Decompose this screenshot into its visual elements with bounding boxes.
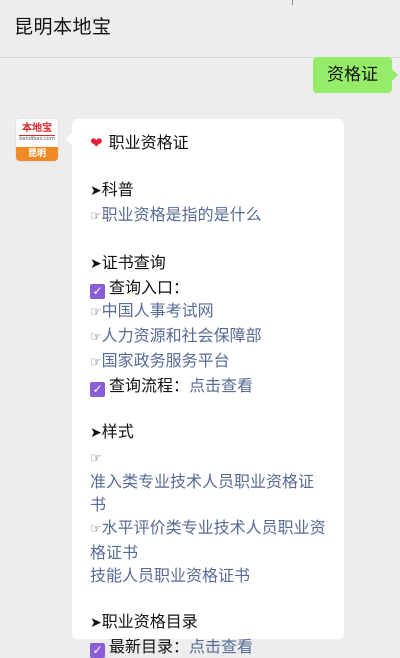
link-item[interactable]: ☞中国人事考试网 [90, 299, 328, 324]
avatar-logo-area: 本地宝 bendibao.com [16, 119, 58, 147]
chat-title: 昆明本地宝 [14, 16, 112, 38]
link-item[interactable]: ☞国家政务服务平台 [90, 349, 328, 374]
sent-message-text: 资格证 [327, 65, 378, 85]
link-gov-service[interactable]: 国家政务服务平台 [102, 351, 230, 370]
pointing-hand-icon: ☞ [90, 355, 102, 370]
latest-catalog-label: 最新目录： [109, 637, 190, 656]
section-title: ➤证书查询 [90, 251, 328, 276]
chat-header: 昆明本地宝 [0, 0, 400, 58]
checkbox-checked-icon: ✓ [90, 284, 105, 299]
checkbox-checked-icon: ✓ [90, 643, 105, 658]
link-item[interactable]: ☞水平评价类专业技术人员职业资格证书 [90, 516, 328, 564]
arrow-right-icon: ➤ [90, 183, 102, 199]
avatar-site-text: bendibao.com [19, 136, 55, 142]
arrow-right-icon: ➤ [90, 256, 102, 272]
avatar-brand-text: 本地宝 [19, 123, 55, 136]
link-item[interactable]: ☞职业资格是指的是什么 [90, 203, 328, 228]
arrow-right-icon: ➤ [90, 615, 102, 631]
avatar-city-text: 昆明 [16, 147, 58, 161]
query-process: ✓ 查询流程：点击查看 [90, 374, 328, 397]
header-divider-mark [292, 0, 293, 5]
arrow-right-icon: ➤ [90, 425, 102, 441]
section-title: ➤科普 [90, 178, 328, 203]
latest-catalog: ✓ 最新目录：点击查看 [90, 635, 328, 658]
section-title-text: 证书查询 [101, 253, 166, 272]
pointing-hand-icon: ☞ [90, 305, 102, 320]
section-title-text: 职业资格目录 [101, 612, 198, 631]
pointing-hand-icon: ☞ [90, 451, 102, 466]
pointing-hand-icon: ☞ [90, 522, 102, 537]
query-entry-text: 查询入口： [109, 278, 190, 297]
link-access-cert[interactable]: 准入类专业技术人员职业资格证书 [90, 470, 328, 516]
link-skill-cert[interactable]: 技能人员职业资格证书 [90, 564, 328, 587]
pointing-hand-icon: ☞ [90, 209, 102, 224]
received-message-bubble: ❤ 职业资格证 ➤科普 ☞职业资格是指的是什么 ➤证书查询 ✓ 查询入口： ☞中国人… [66, 119, 344, 658]
query-process-label: 查询流程： [109, 376, 190, 395]
section-title-text: 样式 [101, 422, 134, 441]
link-what-is-qualification[interactable]: 职业资格是指的是什么 [102, 205, 262, 224]
avatar[interactable]: 本地宝 bendibao.com 昆明 [16, 119, 58, 161]
link-cpta[interactable]: 中国人事考试网 [102, 301, 214, 320]
pointing-hand-line: ☞ [90, 445, 328, 470]
section-title: ➤样式 [90, 420, 328, 445]
heart-icon: ❤ [90, 134, 103, 152]
message-heading-text: 职业资格证 [108, 133, 189, 152]
message-heading: ❤ 职业资格证 [90, 131, 328, 155]
sent-message-bubble[interactable]: 资格证 [313, 57, 398, 93]
checkbox-checked-icon: ✓ [90, 382, 105, 397]
link-item[interactable]: ☞人力资源和社会保障部 [90, 324, 328, 349]
latest-catalog-link[interactable]: 点击查看 [189, 637, 253, 656]
link-mohrss[interactable]: 人力资源和社会保障部 [102, 326, 262, 345]
section-title: ➤职业资格目录 [90, 610, 328, 635]
link-evaluation-cert[interactable]: 水平评价类专业技术人员职业资格证书 [90, 518, 326, 562]
section-title-text: 科普 [101, 180, 134, 199]
pointing-hand-icon: ☞ [90, 330, 102, 345]
query-entry-label: ✓ 查询入口： [90, 276, 328, 299]
query-process-link[interactable]: 点击查看 [189, 376, 253, 395]
